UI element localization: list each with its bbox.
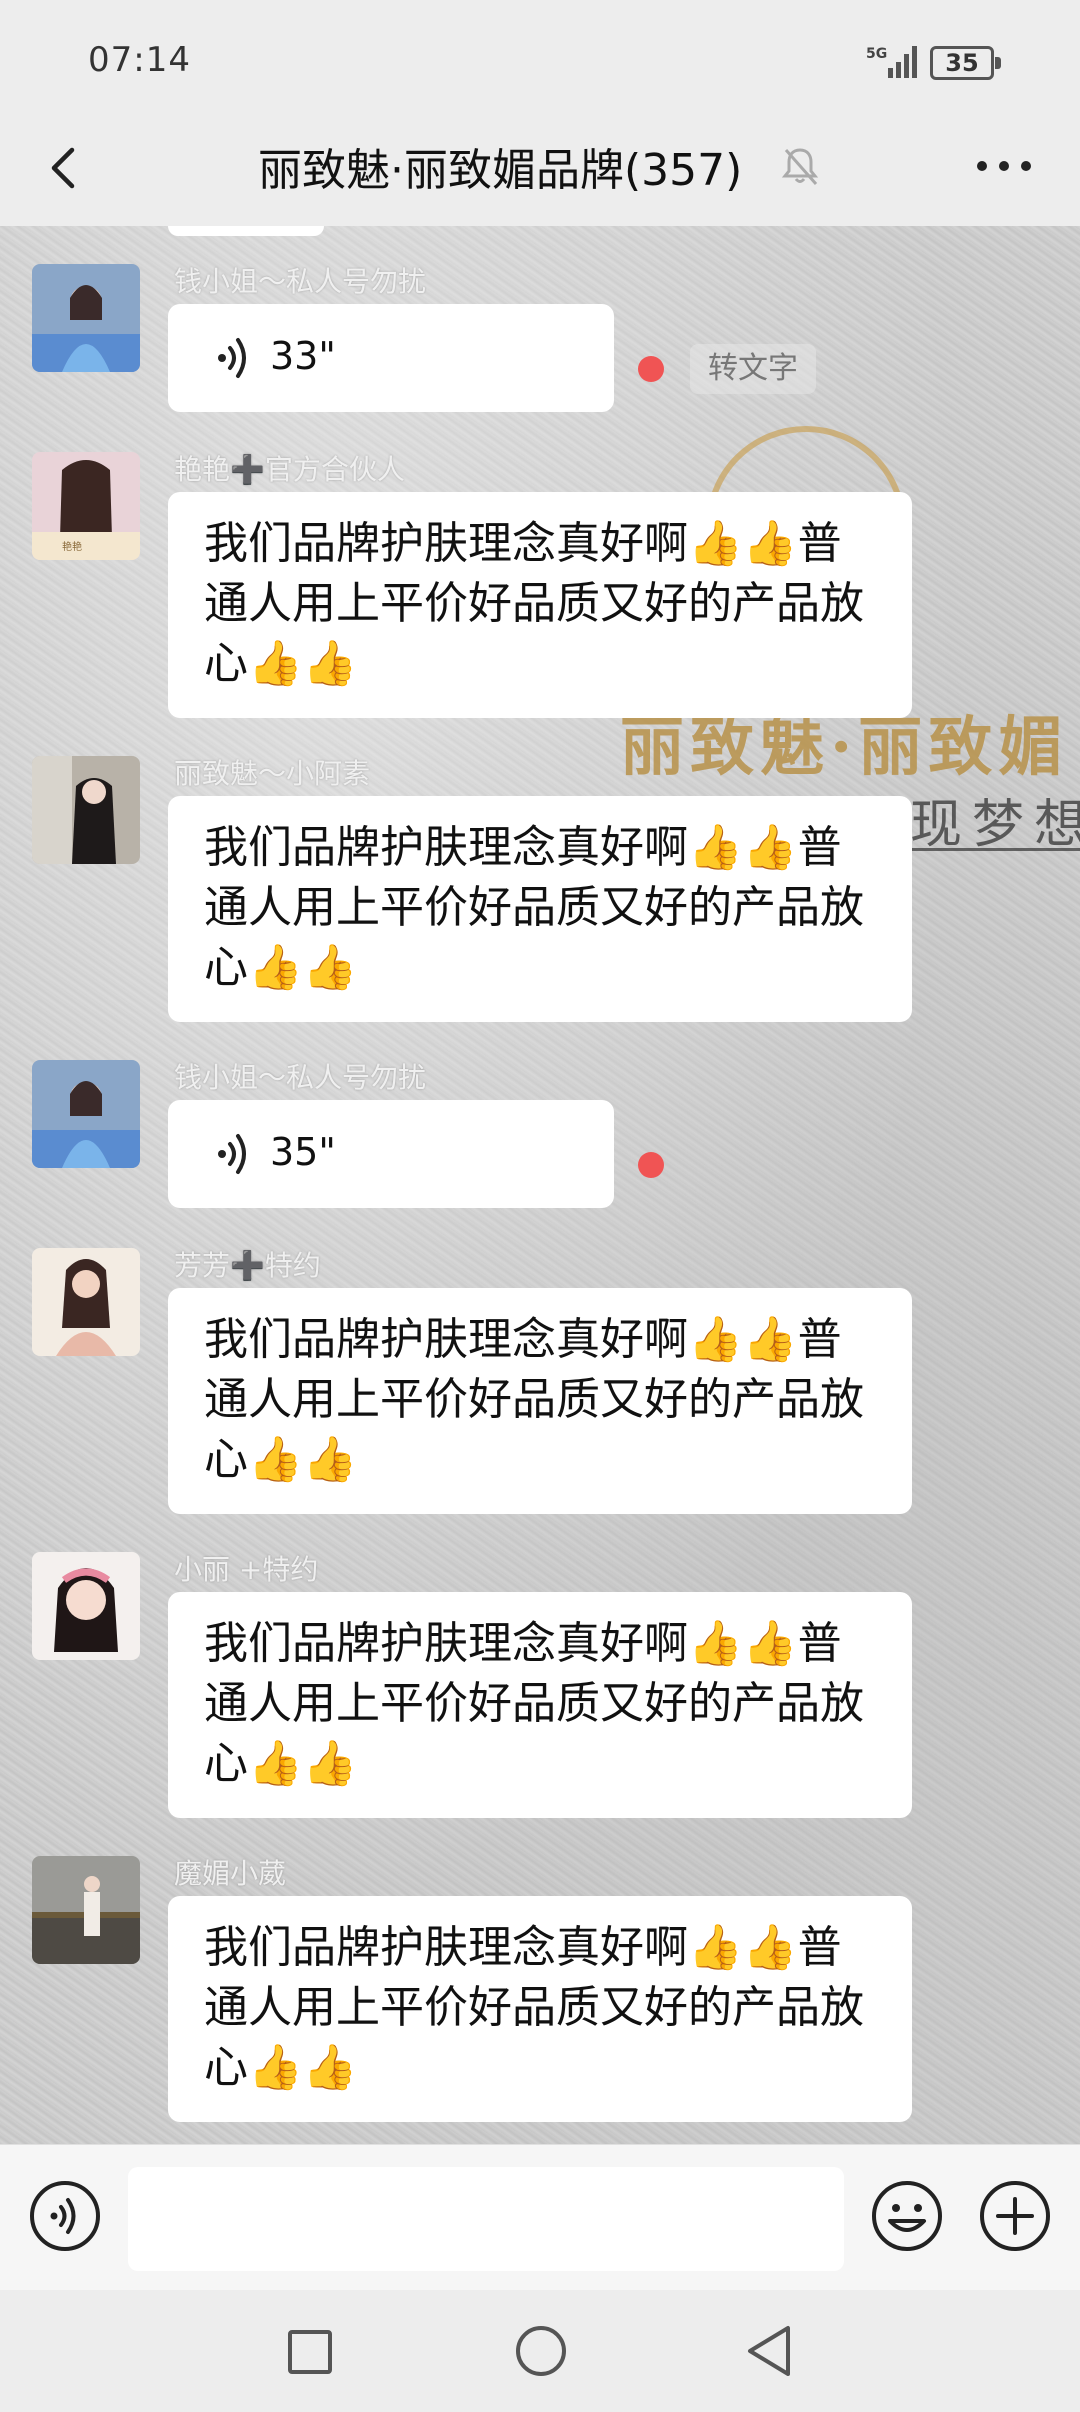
avatar[interactable] — [32, 1248, 140, 1356]
sender-name: 魔媚小葳 — [174, 1857, 287, 1890]
smile-icon[interactable] — [870, 2179, 944, 2253]
sender-name: 丽致魅～小阿素 — [174, 757, 371, 790]
network-type: 5G — [866, 46, 887, 62]
status-bar: 07:14 5G 35 — [0, 0, 1080, 120]
unread-dot — [638, 1152, 664, 1178]
home-icon[interactable] — [516, 2326, 566, 2376]
voice-wave-icon — [218, 338, 246, 378]
chat-title: 丽致魅·丽致媚品牌(357) — [258, 145, 743, 196]
voice-message-bubble[interactable]: 35" — [168, 1100, 614, 1208]
chat-header: 丽致魅·丽致媚品牌(357) — [0, 110, 1080, 226]
sender-name: 钱小姐～私人号勿扰 — [174, 265, 427, 298]
sender-name: 钱小姐～私人号勿扰 — [174, 1061, 427, 1094]
chevron-left-icon[interactable] — [36, 138, 96, 198]
signal-icon: 5G — [866, 46, 917, 78]
sender-name: 小丽 +特约 — [174, 1553, 319, 1586]
avatar[interactable] — [32, 1060, 140, 1168]
chat-messages[interactable]: 丽致魅·丽致媚 现梦想 钱小姐～私人号勿扰 33" 转文字 艳艳 艳艳➕官方合伙… — [0, 226, 1080, 2144]
status-time: 07:14 — [88, 40, 191, 80]
battery-icon: 35 — [930, 46, 1001, 80]
plus-circle-icon[interactable] — [978, 2179, 1052, 2253]
message-input[interactable] — [128, 2167, 844, 2271]
recent-apps-icon[interactable] — [288, 2330, 332, 2374]
avatar[interactable] — [32, 264, 140, 372]
transcribe-button[interactable]: 转文字 — [690, 344, 816, 394]
message-input-bar — [0, 2144, 1080, 2290]
sender-name: 艳艳➕官方合伙人 — [174, 453, 405, 486]
text-message-bubble[interactable]: 我们品牌护肤理念真好啊👍👍普通人用上平价好品质又好的产品放心👍👍 — [168, 1288, 912, 1514]
voice-message-bubble[interactable]: 33" — [168, 304, 614, 412]
avatar[interactable] — [32, 1552, 140, 1660]
background-divider — [906, 848, 1080, 851]
text-message-bubble[interactable]: 我们品牌护肤理念真好啊👍👍普通人用上平价好品质又好的产品放心👍👍 — [168, 1592, 912, 1818]
back-icon[interactable] — [744, 2324, 794, 2378]
more-horizontal-icon[interactable] — [972, 144, 1036, 188]
unread-dot — [638, 356, 664, 382]
avatar[interactable]: 艳艳 — [32, 452, 140, 560]
previous-message-bubble[interactable] — [168, 226, 324, 236]
voice-toggle-icon[interactable] — [28, 2179, 102, 2253]
voice-duration: 33" — [270, 334, 336, 378]
voice-wave-icon — [218, 1134, 246, 1174]
system-nav-bar — [0, 2290, 1080, 2412]
text-message-bubble[interactable]: 我们品牌护肤理念真好啊👍👍普通人用上平价好品质又好的产品放心👍👍 — [168, 796, 912, 1022]
bell-off-icon — [781, 148, 819, 185]
text-message-bubble[interactable]: 我们品牌护肤理念真好啊👍👍普通人用上平价好品质又好的产品放心👍👍 — [168, 492, 912, 718]
text-message-bubble[interactable]: 我们品牌护肤理念真好啊👍👍普通人用上平价好品质又好的产品放心👍👍 — [168, 1896, 912, 2122]
battery-level: 35 — [945, 49, 979, 77]
background-slogan-text: 现梦想 — [910, 795, 1080, 855]
sender-name: 芳芳➕特约 — [174, 1249, 321, 1282]
avatar[interactable] — [32, 1856, 140, 1964]
voice-duration: 35" — [270, 1130, 336, 1174]
svg-text:艳艳: 艳艳 — [62, 540, 82, 553]
avatar[interactable] — [32, 756, 140, 864]
